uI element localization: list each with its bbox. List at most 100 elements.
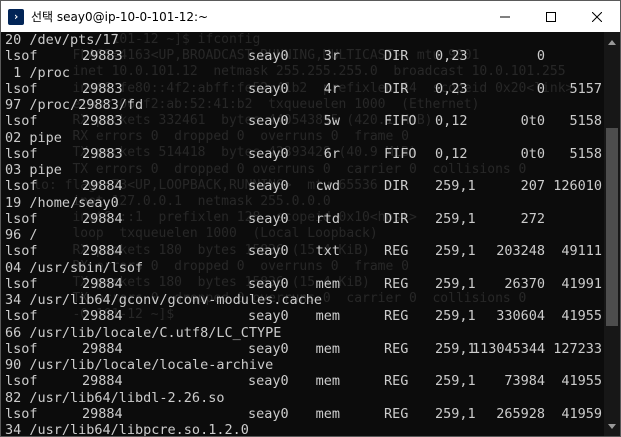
lsof-cmd-cell: lsof: [5, 210, 38, 227]
ghost-line: loop txqueuelen 1000 (Local Loopback): [2, 226, 378, 242]
lsof-row: lsof 29884 seay0 mem REG 259,1 265928 41959: [2, 406, 602, 422]
title-bar[interactable]: › 선택 seay0@ip-10-0-101-12:~: [1, 1, 620, 32]
maximize-button[interactable]: [528, 1, 574, 32]
output-path-line: 34 /usr/lib64/gconv/gconv-modules.cache: [5, 292, 322, 308]
powershell-terminal-icon: ›: [8, 8, 24, 25]
lsof-size-cell: 73984: [504, 373, 545, 390]
lsof-pid-cell: 29884: [82, 405, 123, 422]
lsof-row: lsof 29884 seay0 mem REG 259,1 26370 41991: [2, 276, 602, 292]
lsof-fd-cell: txt: [315, 243, 340, 260]
ghost-line: inet 10.0.101.12 netmask 255.255.255.0 b…: [2, 64, 566, 80]
lsof-fd-cell: cwd: [315, 178, 340, 195]
vertical-scrollbar[interactable]: [604, 32, 620, 436]
output-path-line: 34 /usr/lib64/libpcre.so.1.2.0: [5, 422, 249, 437]
lsof-pid-cell: 29884: [82, 243, 123, 260]
terminal-window: › 선택 seay0@ip-10-0-101-12:~ 101-12 ~]$ i…: [0, 0, 621, 437]
lsof-type-cell: DIR: [384, 210, 409, 227]
lsof-node-cell: 5158: [569, 113, 602, 130]
terminal-output[interactable]: 101-12 ~]$ ifconfig FLAGS=4163<UP,BROADC…: [2, 32, 602, 437]
lsof-user-cell: seay0: [248, 113, 289, 130]
lsof-fd-cell: 6r: [323, 145, 340, 162]
output-path-line: 20 /dev/pts/17: [5, 32, 119, 48]
lsof-type-cell: DIR: [384, 178, 409, 195]
lsof-cmd-cell: lsof: [5, 405, 38, 422]
lsof-fd-cell: mem: [315, 373, 340, 390]
output-path-line: 02 pipe: [5, 129, 62, 146]
lsof-fd-cell: mem: [315, 405, 340, 422]
lsof-cmd-cell: lsof: [5, 113, 38, 130]
lsof-pid-cell: 29884: [82, 373, 123, 390]
lsof-node-cell: 41955: [561, 308, 602, 325]
minimize-button[interactable]: [482, 1, 528, 32]
lsof-user-cell: seay0: [248, 340, 289, 357]
lsof-user-cell: seay0: [248, 243, 289, 260]
lsof-type-cell: FIFO: [384, 113, 417, 130]
lsof-size-cell: 0t0: [520, 145, 545, 162]
lsof-user-cell: seay0: [248, 405, 289, 422]
lsof-type-cell: REG: [384, 275, 409, 292]
lsof-fd-cell: mem: [315, 275, 340, 292]
output-path-line: 66 /usr/lib/locale/C.utf8/LC_CTYPE: [5, 324, 282, 341]
lsof-type-cell: FIFO: [384, 145, 417, 162]
minimize-icon: [500, 16, 510, 17]
lsof-row: lsof 29883 seay0 4r DIR 0,23 0 5157: [2, 81, 602, 97]
lsof-row: lsof 29884 seay0 mem REG 259,1 330604 41955: [2, 308, 602, 324]
lsof-node-cell: 126010: [553, 178, 602, 195]
lsof-node-cell: 41991: [561, 275, 602, 292]
lsof-row: lsof 29883 seay0 5w FIFO 0,12 0t0 5158: [2, 113, 602, 129]
lsof-fd-cell: 4r: [323, 80, 340, 97]
lsof-cmd-cell: lsof: [5, 308, 38, 325]
close-icon: [592, 11, 602, 22]
lsof-size-cell: 203248: [496, 243, 545, 260]
lsof-user-cell: seay0: [248, 48, 289, 65]
lsof-cmd-cell: lsof: [5, 178, 38, 195]
lsof-cmd-cell: lsof: [5, 48, 38, 65]
output-path-line: 04 /usr/sbin/lsof: [5, 259, 144, 276]
output-path-line: 1 /proc: [5, 64, 71, 81]
lsof-pid-cell: 29884: [82, 275, 123, 292]
lsof-fd-cell: rtd: [315, 210, 340, 227]
lsof-row: lsof 29884 seay0 rtd DIR 259,1 272: [2, 211, 602, 227]
lsof-size-cell: 26370: [504, 275, 545, 292]
lsof-type-cell: REG: [384, 243, 409, 260]
lsof-size-cell: 0: [536, 80, 545, 97]
lsof-pid-cell: 29884: [82, 210, 123, 227]
lsof-size-cell: 265928: [496, 405, 545, 422]
output-path-line: 97 /proc/29883/fd: [5, 97, 144, 113]
lsof-cmd-cell: lsof: [5, 80, 38, 97]
lsof-user-cell: seay0: [248, 210, 289, 227]
lsof-size-cell: 113045344: [472, 340, 546, 357]
window-title: 선택 seay0@ip-10-0-101-12:~: [31, 10, 209, 24]
ghost-line: TX errors 0 dropped 0 overruns 0 carrier…: [2, 161, 527, 177]
lsof-node-cell: [550, 211, 602, 227]
lsof-row: lsof 29884 seay0 mem REG 259,1 73984 41955: [2, 373, 602, 389]
lsof-pid-cell: 29883: [82, 145, 123, 162]
lsof-user-cell: seay0: [248, 308, 289, 325]
lsof-type-cell: REG: [384, 405, 409, 422]
lsof-user-cell: seay0: [248, 178, 289, 195]
lsof-pid-cell: 29883: [82, 48, 123, 65]
lsof-type-cell: DIR: [384, 48, 409, 65]
lsof-user-cell: seay0: [248, 80, 289, 97]
lsof-row: lsof 29884 seay0 mem REG 259,1 113045344 127233: [2, 341, 602, 357]
lsof-node-cell: 41959: [561, 405, 602, 422]
scroll-up-arrow-icon[interactable]: [604, 34, 620, 50]
lsof-pid-cell: 29883: [82, 80, 123, 97]
lsof-size-cell: 0t0: [520, 113, 545, 130]
maximize-icon: [546, 11, 556, 22]
lsof-user-cell: seay0: [248, 275, 289, 292]
output-path-line: 82 /usr/lib64/libdl-2.26.so: [5, 389, 225, 406]
scroll-thumb[interactable]: [606, 128, 618, 326]
lsof-pid-cell: 29884: [82, 308, 123, 325]
scroll-down-arrow-icon[interactable]: [604, 418, 620, 434]
lsof-node-cell: 41955: [561, 373, 602, 390]
lsof-fd-cell: 5w: [323, 113, 340, 130]
output-path-line: 19 /home/seay0: [5, 194, 119, 211]
lsof-size-cell: 330604: [496, 308, 545, 325]
lsof-row: lsof 29883 seay0 3r DIR 0,23 0: [2, 48, 602, 64]
lsof-cmd-cell: lsof: [5, 275, 38, 292]
lsof-node-cell: [550, 48, 602, 64]
lsof-cmd-cell: lsof: [5, 340, 38, 357]
close-button[interactable]: [574, 1, 620, 32]
lsof-row: lsof 29884 seay0 cwd DIR 259,1 207 126010: [2, 178, 602, 194]
